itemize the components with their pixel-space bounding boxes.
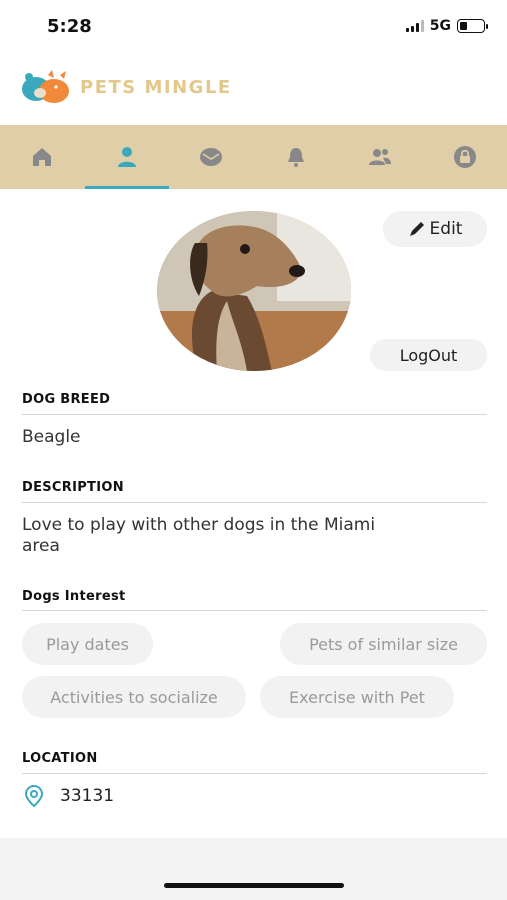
home-indicator[interactable] <box>164 883 344 888</box>
app-header: PETS MINGLE <box>20 62 232 112</box>
pencil-icon <box>409 222 424 236</box>
pets-logo-icon <box>20 67 76 107</box>
home-icon <box>33 148 52 166</box>
divider <box>22 610 487 611</box>
breed-value: Beagle <box>22 427 81 447</box>
status-indicators: 5G <box>405 18 488 34</box>
edit-button[interactable]: Edit <box>383 211 487 247</box>
location-value: 33131 <box>60 786 115 806</box>
description-label: DESCRIPTION <box>22 480 124 495</box>
mail-icon <box>200 148 223 166</box>
interests-label: Dogs Interest <box>22 589 126 604</box>
tab-messages[interactable] <box>169 125 254 189</box>
tab-notifications[interactable] <box>254 125 339 189</box>
interest-chip[interactable]: Pets of similar size <box>280 623 487 665</box>
divider <box>22 414 487 415</box>
location-label: LOCATION <box>22 751 98 766</box>
battery-icon <box>457 19 488 33</box>
battery-fill <box>460 22 467 30</box>
tab-home[interactable] <box>0 125 85 189</box>
bottom-band <box>0 838 507 900</box>
location-row: 33131 <box>22 784 114 808</box>
breed-label: DOG BREED <box>22 392 111 407</box>
tab-privacy[interactable] <box>423 125 507 189</box>
description-value: Love to play with other dogs in the Miam… <box>22 515 376 556</box>
edit-label: Edit <box>429 219 463 239</box>
location-pin-icon <box>24 784 44 808</box>
signal-icon <box>405 20 424 32</box>
friends-icon <box>369 149 392 165</box>
divider <box>22 773 487 774</box>
interest-chip[interactable]: Exercise with Pet <box>260 676 454 718</box>
profile-icon <box>117 147 136 167</box>
app-title: PETS MINGLE <box>80 76 232 98</box>
interest-chip[interactable]: Activities to socialize <box>22 676 246 718</box>
tab-profile[interactable] <box>84 125 170 189</box>
tab-friends[interactable] <box>338 125 423 189</box>
interest-chip[interactable]: Play dates <box>22 623 153 665</box>
divider <box>22 502 487 503</box>
status-time: 5:28 <box>47 16 92 37</box>
profile-avatar <box>157 211 351 371</box>
network-label: 5G <box>429 18 451 34</box>
bell-icon <box>287 148 304 167</box>
nav-bar <box>0 125 507 189</box>
lock-icon <box>453 146 476 168</box>
status-bar: 5:28 5G <box>0 0 507 54</box>
logout-button[interactable]: LogOut <box>370 339 487 371</box>
